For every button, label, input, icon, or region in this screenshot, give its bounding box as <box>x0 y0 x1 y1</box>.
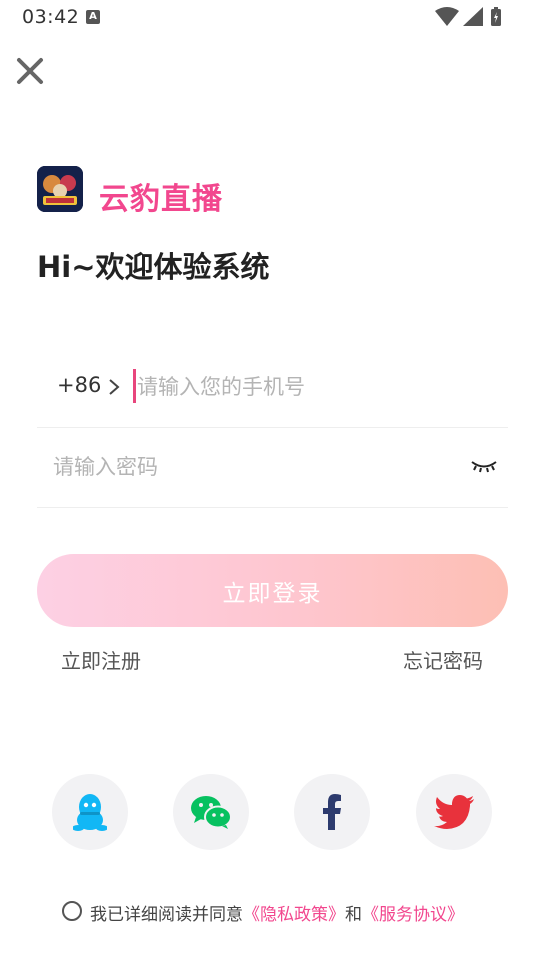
wifi-icon <box>435 7 459 26</box>
app-name: 云豹直播 <box>99 182 223 217</box>
country-code[interactable]: +86 <box>57 373 101 397</box>
agreement-and: 和 <box>345 905 362 925</box>
eye-closed-icon[interactable] <box>470 457 498 475</box>
agreement-row: 我已详细阅读并同意《隐私政策》和《服务协议》 <box>62 899 532 925</box>
greeting-title: Hi~欢迎体验系统 <box>37 250 270 284</box>
notification-a-icon: A <box>86 10 100 24</box>
status-bar: 03:42 A <box>0 0 545 34</box>
twitter-login-button[interactable] <box>416 774 492 850</box>
status-icons <box>435 7 501 26</box>
chevron-right-icon[interactable] <box>107 377 121 397</box>
password-input[interactable] <box>53 449 453 485</box>
service-agreement-link[interactable]: 《服务协议》 <box>362 905 464 925</box>
signal-icon <box>463 7 483 26</box>
wechat-icon <box>191 796 232 829</box>
register-link[interactable]: 立即注册 <box>61 645 141 674</box>
app-logo <box>37 166 83 212</box>
facebook-icon <box>323 794 341 830</box>
phone-input[interactable] <box>137 369 497 405</box>
text-cursor <box>133 369 136 403</box>
wechat-login-button[interactable] <box>173 774 249 850</box>
password-field <box>37 427 508 508</box>
close-icon[interactable] <box>14 55 46 87</box>
agreement-prefix: 我已详细阅读并同意 <box>90 905 243 925</box>
login-button[interactable]: 立即登录 <box>37 554 508 627</box>
twitter-bird-icon <box>434 795 474 829</box>
agreement-text: 我已详细阅读并同意《隐私政策》和《服务协议》 <box>90 900 464 925</box>
qq-login-button[interactable] <box>52 774 128 850</box>
facebook-login-button[interactable] <box>294 774 370 850</box>
qq-penguin-icon <box>73 794 107 831</box>
phone-field: +86 <box>37 347 508 428</box>
status-time: 03:42 <box>22 6 80 28</box>
agreement-checkbox[interactable] <box>62 901 82 921</box>
forgot-password-link[interactable]: 忘记密码 <box>403 645 483 674</box>
privacy-policy-link[interactable]: 《隐私政策》 <box>243 905 345 925</box>
